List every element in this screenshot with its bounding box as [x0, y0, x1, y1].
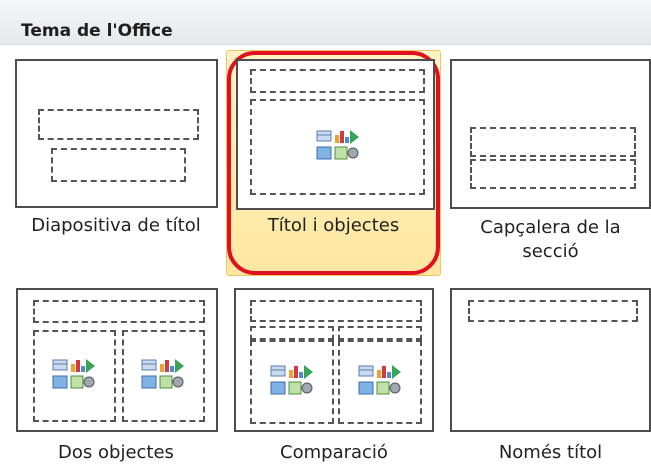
layout-comparison[interactable]: Comparació: [232, 288, 436, 463]
title-placeholder: [250, 69, 425, 93]
content-insert-icons: [316, 130, 359, 160]
left-content-placeholder: [33, 330, 116, 422]
layout-thumbnail: [450, 59, 651, 209]
layout-label: Comparació: [280, 442, 388, 463]
title-placeholder: [468, 300, 638, 322]
title-placeholder: [250, 300, 422, 322]
text-placeholder: [470, 159, 636, 189]
content-insert-icons: [141, 359, 184, 389]
layout-thumbnail: [236, 59, 435, 210]
layout-title-slide[interactable]: Diapositiva de títol: [14, 58, 218, 274]
right-content-placeholder: [122, 330, 205, 422]
subtitle-placeholder: [51, 148, 186, 182]
layout-label: Títol i objectes: [267, 215, 400, 236]
gallery-heading: Tema de l'Office: [21, 21, 173, 41]
layout-label: Diapositiva de títol: [31, 215, 201, 236]
title-placeholder: [33, 300, 205, 323]
content-insert-icons: [358, 365, 401, 395]
layout-label: Dos objectes: [58, 442, 174, 463]
left-content-placeholder: [250, 340, 334, 424]
title-placeholder: [470, 127, 636, 157]
right-heading-placeholder: [338, 326, 422, 340]
content-insert-icons: [52, 359, 95, 389]
layout-label: Capçalera de la secció: [480, 217, 621, 262]
right-content-placeholder: [338, 340, 422, 424]
content-placeholder: [250, 99, 425, 195]
gallery-header: Tema de l'Office: [0, 0, 651, 45]
layout-title-and-content[interactable]: Títol i objectes: [226, 50, 441, 276]
layout-thumbnail: [16, 288, 218, 432]
layout-two-content[interactable]: Dos objectes: [14, 288, 218, 463]
left-heading-placeholder: [250, 326, 334, 340]
layout-title-only[interactable]: Només títol: [450, 288, 651, 463]
layout-section-header[interactable]: Capçalera de la secció: [450, 58, 651, 274]
layout-thumbnail: [234, 288, 434, 432]
layout-thumbnail: [15, 59, 218, 208]
layout-label: Només títol: [498, 442, 603, 463]
layout-thumbnail: [450, 288, 651, 432]
content-insert-icons: [270, 365, 313, 395]
title-placeholder: [38, 109, 199, 140]
